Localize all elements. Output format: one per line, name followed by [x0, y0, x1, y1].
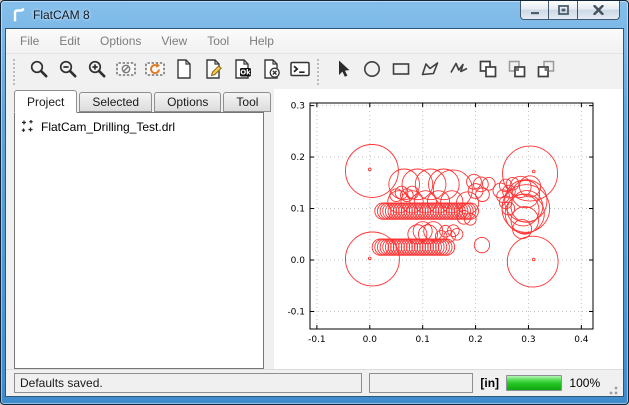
- toolbar: Ok: [6, 53, 623, 89]
- select-pointer-icon: [332, 58, 354, 85]
- svg-text:0.0: 0.0: [363, 335, 378, 345]
- tab-options[interactable]: Options: [154, 92, 221, 112]
- zoom-fit-icon: [28, 58, 50, 85]
- menu-help[interactable]: Help: [239, 30, 284, 52]
- shape-intersection-button[interactable]: [502, 57, 531, 86]
- tab-selected[interactable]: Selected: [79, 92, 152, 112]
- draw-polyline-icon: [448, 58, 470, 85]
- delete-file-icon: [260, 58, 282, 85]
- draw-circle-icon: [361, 58, 383, 85]
- svg-text:0.2: 0.2: [468, 335, 482, 345]
- svg-text:0.3: 0.3: [521, 335, 535, 345]
- menu-tool[interactable]: Tool: [197, 30, 239, 52]
- left-pane: ProjectSelectedOptionsTool: [6, 89, 264, 369]
- titlebar[interactable]: FlatCAM 8: [1, 1, 628, 28]
- zoom-in-icon: [86, 58, 108, 85]
- flatcam-logo-icon: [10, 6, 27, 23]
- tree-item-label: FlatCam_Drilling_Test.drl: [41, 120, 175, 134]
- window-title: FlatCAM 8: [33, 8, 90, 22]
- zoom-out-icon: [57, 58, 79, 85]
- replot-icon: [144, 58, 166, 85]
- statusbar: Defaults saved. [in] 100%: [6, 369, 623, 396]
- maximize-button[interactable]: [549, 1, 578, 20]
- client-area: FileEditOptionsViewToolHelp Ok ProjectSe…: [5, 28, 624, 397]
- draw-polyline-button[interactable]: [444, 57, 473, 86]
- draw-rectangle-button[interactable]: [386, 57, 415, 86]
- progress-bar-fill: [507, 376, 561, 390]
- tab-project[interactable]: Project: [14, 90, 77, 113]
- shape-union-icon: [477, 58, 499, 85]
- ok-file-button[interactable]: Ok: [227, 57, 256, 86]
- shape-intersection-icon: [506, 58, 528, 85]
- progress-bar: [506, 375, 562, 391]
- menu-options[interactable]: Options: [90, 30, 151, 52]
- menu-edit[interactable]: Edit: [49, 30, 90, 52]
- close-button[interactable]: [578, 1, 620, 20]
- draw-polygon-icon: [419, 58, 441, 85]
- pane-splitter[interactable]: [264, 89, 274, 369]
- svg-text:0.4: 0.4: [574, 335, 589, 345]
- clear-plot-button[interactable]: [111, 57, 140, 86]
- draw-rectangle-icon: [390, 58, 412, 85]
- clear-plot-icon: [115, 58, 137, 85]
- svg-text:0.0: 0.0: [291, 256, 306, 266]
- shape-subtract-button[interactable]: [531, 57, 560, 86]
- units-label: [in]: [480, 376, 499, 390]
- project-tree[interactable]: FlatCam_Drilling_Test.drl: [14, 112, 264, 369]
- zoom-fit-button[interactable]: [24, 57, 53, 86]
- svg-text:-0.1: -0.1: [308, 335, 326, 345]
- svg-text:0.3: 0.3: [291, 102, 305, 112]
- edit-file-button[interactable]: [198, 57, 227, 86]
- svg-text:0.2: 0.2: [291, 153, 305, 163]
- svg-text:Ok: Ok: [240, 69, 251, 77]
- menubar: FileEditOptionsViewToolHelp: [6, 29, 623, 53]
- shape-subtract-icon: [535, 58, 557, 85]
- shape-union-button[interactable]: [473, 57, 502, 86]
- menu-view[interactable]: View: [151, 30, 197, 52]
- status-message: Defaults saved.: [14, 373, 362, 393]
- svg-text:-0.1: -0.1: [287, 307, 305, 317]
- new-file-icon: [173, 58, 195, 85]
- content-area: ProjectSelectedOptionsTool: [6, 89, 623, 369]
- select-pointer-button[interactable]: [328, 57, 357, 86]
- progress-percent: 100%: [569, 376, 600, 390]
- shell-icon: [289, 58, 311, 85]
- plot-canvas[interactable]: -0.1 0.0 0.1 0.2 0.3 0.4 -0.1 0.0 0.1 0.2 0.3: [274, 89, 623, 369]
- tab-bar: ProjectSelectedOptionsTool: [14, 89, 264, 112]
- window-controls: [520, 1, 620, 20]
- draw-circle-button[interactable]: [357, 57, 386, 86]
- replot-button[interactable]: [140, 57, 169, 86]
- flatcam-window: FlatCAM 8 FileEditOptionsViewToolHelp Ok…: [0, 0, 629, 405]
- toolbar-drag-handle[interactable]: [13, 59, 20, 85]
- edit-file-icon: [202, 58, 224, 85]
- resize-grip[interactable]: [607, 384, 619, 396]
- minimize-button[interactable]: [520, 1, 549, 20]
- tab-tool[interactable]: Tool: [223, 92, 271, 112]
- shell-button[interactable]: [285, 57, 314, 86]
- drill-marks-icon: [20, 119, 36, 135]
- draw-polygon-button[interactable]: [415, 57, 444, 86]
- new-file-button[interactable]: [169, 57, 198, 86]
- zoom-out-button[interactable]: [53, 57, 82, 86]
- ok-file-icon: Ok: [231, 58, 253, 85]
- status-secondary: [369, 373, 473, 393]
- svg-text:0.1: 0.1: [416, 335, 430, 345]
- tree-item-drill-file[interactable]: FlatCam_Drilling_Test.drl: [17, 117, 261, 137]
- drill-plot[interactable]: -0.1 0.0 0.1 0.2 0.3 0.4 -0.1 0.0 0.1 0.2 0.3: [274, 89, 623, 369]
- menu-file[interactable]: File: [10, 30, 49, 52]
- zoom-in-button[interactable]: [82, 57, 111, 86]
- toolbar-drag-handle[interactable]: [317, 59, 324, 85]
- svg-text:0.1: 0.1: [291, 205, 305, 215]
- delete-file-button[interactable]: [256, 57, 285, 86]
